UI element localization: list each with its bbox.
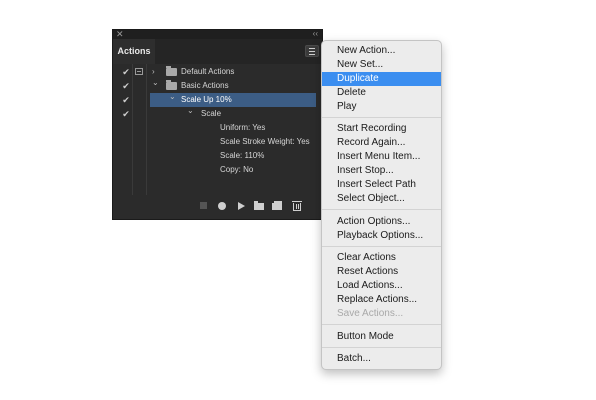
menu-icon-line: [309, 51, 315, 52]
menu-separator: [322, 324, 441, 325]
toggle-check-icon[interactable]: ✔: [121, 65, 131, 79]
menu-separator: [322, 347, 441, 348]
new-action-icon[interactable]: [272, 201, 282, 210]
new-set-folder-icon[interactable]: [254, 201, 264, 210]
menu-item-playback-options[interactable]: Playback Options...: [322, 229, 441, 243]
record-icon[interactable]: [218, 202, 226, 210]
menu-item-action-options[interactable]: Action Options...: [322, 215, 441, 229]
menu-item-clear-actions[interactable]: Clear Actions: [322, 251, 441, 265]
menu-item-batch[interactable]: Batch...: [322, 352, 441, 366]
panel-menu-button[interactable]: [305, 45, 319, 57]
step-detail-row: Scale Stroke Weight: Yes: [113, 135, 322, 149]
actions-list: ✔ › Default Actions ✔ ⌄ Basic Actions ✔ …: [113, 64, 322, 197]
menu-item-reset-actions[interactable]: Reset Actions: [322, 265, 441, 279]
play-icon[interactable]: [238, 202, 245, 210]
panel-title-bar: ✕ ‹‹: [113, 29, 322, 39]
actions-panel: ✕ ‹‹ Actions ✔ › Default Actions ✔ ⌄ Bas…: [112, 29, 323, 220]
tab-actions[interactable]: Actions: [113, 39, 155, 64]
toggle-check-icon[interactable]: ✔: [121, 93, 131, 107]
folder-icon: [166, 66, 177, 76]
step-detail-label: Scale Stroke Weight: Yes: [220, 137, 310, 146]
menu-icon-line: [309, 48, 315, 49]
action-set-row[interactable]: ✔ › Default Actions: [113, 65, 322, 79]
chevron-down-icon[interactable]: ⌄: [187, 104, 194, 118]
actions-panel-menu: New Action... New Set... Duplicate Delet…: [321, 40, 442, 370]
menu-separator: [322, 246, 441, 247]
action-set-label: Default Actions: [181, 67, 235, 76]
step-detail-row: Copy: No: [113, 163, 322, 177]
action-set-label: Basic Actions: [181, 81, 229, 90]
menu-item-delete[interactable]: Delete: [322, 86, 441, 100]
folder-icon: [166, 80, 177, 90]
menu-item-new-action[interactable]: New Action...: [322, 44, 441, 58]
menu-item-duplicate[interactable]: Duplicate: [322, 72, 441, 86]
chevron-down-icon[interactable]: ⌄: [152, 76, 159, 90]
menu-separator: [322, 209, 441, 210]
toggle-check-icon[interactable]: ✔: [121, 107, 131, 121]
stop-icon[interactable]: [200, 202, 207, 209]
menu-item-button-mode[interactable]: Button Mode: [322, 330, 441, 344]
menu-item-replace-actions[interactable]: Replace Actions...: [322, 293, 441, 307]
trash-icon[interactable]: [292, 201, 302, 211]
panel-footer-toolbar: [113, 195, 322, 219]
menu-item-record-again[interactable]: Record Again...: [322, 136, 441, 150]
menu-item-insert-stop[interactable]: Insert Stop...: [322, 164, 441, 178]
action-step-row[interactable]: ✔ ⌄ Scale: [113, 104, 322, 121]
menu-icon-line: [309, 54, 315, 55]
panel-tab-bar: Actions: [113, 39, 322, 64]
menu-item-load-actions[interactable]: Load Actions...: [322, 279, 441, 293]
menu-item-start-recording[interactable]: Start Recording: [322, 122, 441, 136]
dialog-toggle-icon[interactable]: [135, 68, 143, 75]
chevron-down-icon[interactable]: ⌄: [169, 90, 176, 104]
menu-separator: [322, 117, 441, 118]
step-detail-label: Scale: 110%: [220, 151, 265, 160]
step-detail-label: Copy: No: [220, 165, 254, 174]
menu-item-insert-select-path[interactable]: Insert Select Path: [322, 178, 441, 192]
step-detail-row: Scale: 110%: [113, 149, 322, 163]
menu-item-save-actions: Save Actions...: [337, 308, 404, 319]
step-detail-label: Uniform: Yes: [220, 123, 266, 132]
action-set-row[interactable]: ✔ ⌄ Basic Actions: [113, 76, 322, 93]
menu-item-insert-menu-item[interactable]: Insert Menu Item...: [322, 150, 441, 164]
action-step-label: Scale: [201, 109, 222, 118]
menu-item-new-set[interactable]: New Set...: [322, 58, 441, 72]
menu-item-play[interactable]: Play: [322, 100, 441, 114]
toggle-check-icon[interactable]: ✔: [121, 79, 131, 93]
menu-item-select-object[interactable]: Select Object...: [322, 192, 441, 206]
step-detail-row: Uniform: Yes: [113, 121, 322, 135]
action-row-selected[interactable]: ✔ ⌄ Scale Up 10%: [113, 90, 322, 107]
